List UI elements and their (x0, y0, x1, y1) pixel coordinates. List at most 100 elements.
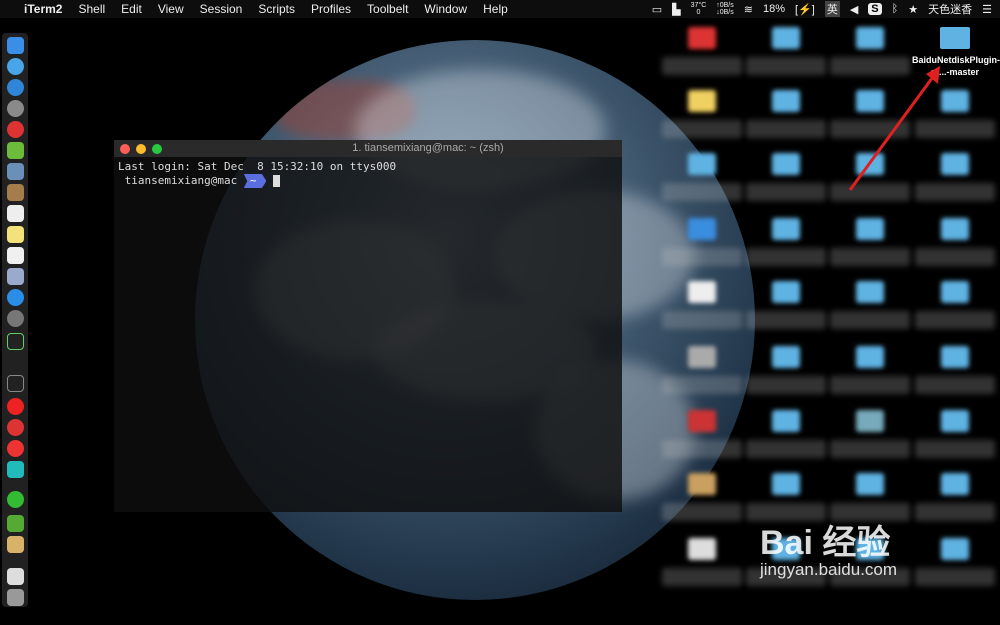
desktop-folder-icon[interactable] (941, 281, 969, 303)
menu-shell[interactable]: Shell (70, 0, 113, 18)
desktop-folder-icon[interactable] (772, 218, 800, 240)
desktop-folder-icon[interactable] (772, 90, 800, 112)
menu-scripts[interactable]: Scripts (250, 0, 303, 18)
desktop-folder-icon[interactable] (772, 410, 800, 432)
watermark-brand: Bai 经验 (760, 524, 891, 562)
app-store-icon[interactable] (7, 289, 24, 306)
desktop-folder-icon[interactable] (688, 281, 716, 303)
prompt-directory: ~ (243, 174, 267, 188)
zoom-button[interactable] (152, 144, 162, 154)
temperature-widget[interactable]: 37°C 0 (691, 2, 707, 16)
text-cursor (273, 175, 281, 187)
desktop-item-label-blurred (662, 376, 742, 394)
desktop-folder-icon[interactable] (941, 218, 969, 240)
desktop-folder-icon[interactable] (688, 153, 716, 175)
menu-session[interactable]: Session (192, 0, 251, 18)
finder-icon[interactable] (7, 37, 24, 54)
desktop-item-label-blurred (915, 376, 995, 394)
bookmark-icon[interactable]: ▙ (672, 3, 680, 16)
menu-app-name[interactable]: iTerm2 (16, 0, 70, 18)
archive-icon[interactable] (7, 536, 24, 553)
desktop-folder-icon[interactable] (688, 410, 716, 432)
close-button[interactable] (120, 144, 130, 154)
desktop-folder-icon[interactable] (856, 218, 884, 240)
desktop-folder-icon[interactable] (772, 346, 800, 368)
terminal-icon[interactable] (7, 375, 24, 392)
document-icon[interactable] (7, 568, 24, 585)
notes-brown-icon[interactable] (7, 184, 24, 201)
battery-icon[interactable]: [⚡] (795, 3, 815, 16)
android-studio-icon[interactable] (7, 142, 24, 159)
desktop-folder-icon[interactable] (772, 153, 800, 175)
reminders-icon[interactable] (7, 247, 24, 264)
terminal-content[interactable]: Last login: Sat Dec 8 15:32:10 on ttys00… (114, 157, 622, 191)
notification-center-icon[interactable]: ☰ (982, 3, 992, 16)
nvidia-icon[interactable] (7, 515, 24, 532)
desktop-folder-icon[interactable] (941, 538, 969, 560)
desktop-item-label-blurred (746, 376, 826, 394)
menu-edit[interactable]: Edit (113, 0, 150, 18)
desktop-item-label-blurred (662, 568, 742, 586)
calendar-icon[interactable] (7, 205, 24, 222)
vivaldi-icon[interactable] (7, 419, 24, 436)
desktop-folder-icon[interactable] (772, 473, 800, 495)
input-source[interactable]: 英 (824, 1, 840, 17)
desktop-folder-icon[interactable] (941, 473, 969, 495)
app-red-icon[interactable] (7, 121, 24, 138)
menu-profiles[interactable]: Profiles (303, 0, 359, 18)
launchpad-icon[interactable] (7, 58, 24, 75)
yandex-icon[interactable] (7, 398, 24, 415)
volume-icon[interactable]: ◀ (850, 3, 858, 16)
star-icon[interactable]: ★ (908, 3, 918, 16)
desktop-folder-icon[interactable] (856, 27, 884, 49)
desktop-item-label-blurred (830, 376, 910, 394)
terminal-titlebar[interactable]: 1. tiansemixiang@mac: ~ (zsh) (114, 140, 622, 157)
desktop-folder-icon[interactable] (856, 473, 884, 495)
menu-view[interactable]: View (150, 0, 192, 18)
activity-monitor-icon[interactable] (7, 333, 24, 350)
desktop-item-label-blurred (915, 311, 995, 329)
desktop-folder-icon[interactable] (941, 346, 969, 368)
menu-toolbelt[interactable]: Toolbelt (359, 0, 416, 18)
desktop-folder-icon[interactable] (688, 218, 716, 240)
desktop-folder-icon[interactable] (688, 473, 716, 495)
desktop-folder-icon[interactable] (941, 410, 969, 432)
minimize-button[interactable] (136, 144, 146, 154)
desktop-item-label-blurred (662, 440, 742, 458)
desktop-folder-icon[interactable] (856, 346, 884, 368)
wechat-icon[interactable] (7, 491, 24, 508)
terminal-window[interactable]: 1. tiansemixiang@mac: ~ (zsh) Last login… (114, 140, 622, 512)
safari-icon[interactable] (7, 79, 24, 96)
weibo-icon[interactable] (7, 440, 24, 457)
folder-icon[interactable] (940, 27, 970, 49)
app-teal-icon[interactable] (7, 461, 24, 478)
desktop-item-label-blurred (915, 248, 995, 266)
desktop-folder-icon[interactable] (688, 346, 716, 368)
preview-icon[interactable] (7, 163, 24, 180)
photos-icon[interactable] (7, 268, 24, 285)
trash-icon[interactable] (7, 589, 24, 606)
desktop-folder-icon[interactable] (856, 281, 884, 303)
desktop-folder-icon[interactable] (772, 27, 800, 49)
wifi-icon[interactable]: ≋ (744, 3, 753, 16)
desktop-folder-icon[interactable] (772, 281, 800, 303)
bluetooth-icon[interactable]: ᛒ (892, 3, 899, 15)
desktop-folder-icon[interactable] (688, 27, 716, 49)
desktop-folder-icon[interactable] (688, 538, 716, 560)
desktop-item-label-blurred (746, 440, 826, 458)
desktop-item-label-blurred (830, 440, 910, 458)
menu-window[interactable]: Window (416, 0, 475, 18)
rocket-icon[interactable] (7, 100, 24, 117)
desktop-folder-icon[interactable] (688, 90, 716, 112)
screen-icon[interactable]: ▭ (652, 3, 662, 16)
battery-percent[interactable]: 18% (763, 3, 785, 15)
user-name[interactable]: 天色迷香 (928, 1, 972, 17)
desktop-folder-icon[interactable] (856, 410, 884, 432)
menu-help[interactable]: Help (475, 0, 516, 18)
app-s-icon[interactable]: S (868, 3, 882, 15)
network-widget[interactable]: ↑0B/s ↓0B/s (716, 2, 734, 16)
system-preferences-icon[interactable] (7, 310, 24, 327)
desktop-item-label-blurred (830, 248, 910, 266)
notes-icon[interactable] (7, 226, 24, 243)
net-down: ↓0B/s (716, 9, 734, 16)
